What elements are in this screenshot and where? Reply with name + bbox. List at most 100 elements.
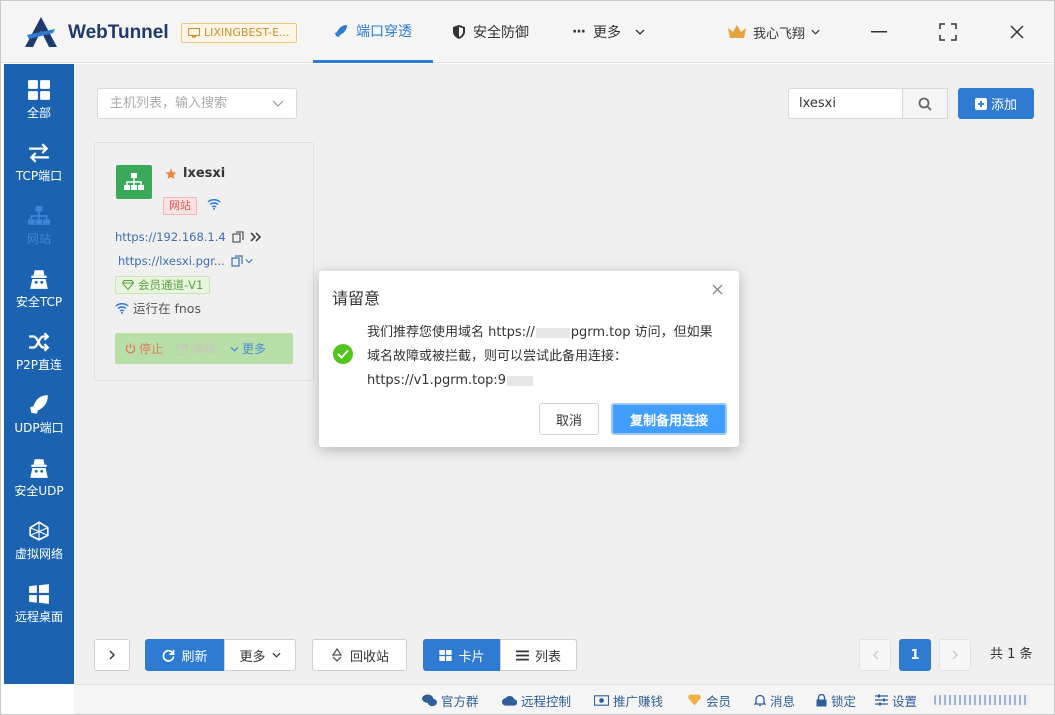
sitemap-icon — [28, 205, 50, 225]
search-button[interactable] — [902, 88, 948, 119]
copy-backup-link-button[interactable]: 复制备用连接 — [611, 403, 727, 435]
total-count: 共 1 条 — [990, 647, 1033, 662]
app-title: WebTunnel — [68, 22, 169, 43]
swap-icon — [29, 142, 49, 163]
chevron-down-icon — [230, 346, 239, 352]
sidebar-item-remote-desktop[interactable]: 远程桌面 — [4, 574, 74, 634]
tab-security[interactable]: 安全防御 — [453, 1, 529, 63]
footer-redacted-text — [934, 695, 1029, 705]
search-icon — [918, 97, 932, 111]
device-name: LIXINGBEST-E... — [204, 26, 290, 39]
sidebar-item-website[interactable]: 网站 — [4, 196, 74, 256]
shuffle-icon — [29, 331, 50, 352]
minimize-button[interactable] — [866, 19, 892, 45]
close-icon — [712, 284, 722, 294]
sidebar-item-virtual-network[interactable]: 虚拟网络 — [4, 511, 74, 571]
plus-square-icon — [974, 97, 987, 110]
view-card-button[interactable]: 卡片 — [423, 639, 501, 671]
user-menu[interactable]: 我心飞翔 — [727, 1, 820, 63]
lock-icon — [816, 693, 827, 706]
success-check-icon — [333, 344, 353, 364]
prev-page-button[interactable] — [859, 639, 891, 671]
wifi-icon — [207, 199, 221, 210]
secure-icon — [30, 458, 48, 478]
app-window: WebTunnel LIXINGBEST-E... 端口穿透 安全防御 ··· … — [0, 0, 1055, 715]
edit-icon — [177, 342, 189, 355]
sidebar-item-udp[interactable]: UDP端口 — [4, 385, 74, 445]
footer-promote[interactable]: 推广赚钱 — [594, 685, 663, 715]
tunnel-card[interactable]: lxesxi 网站 https://192.168.1.4 https://lx… — [94, 142, 314, 381]
title-bar: WebTunnel LIXINGBEST-E... 端口穿透 安全防御 ··· … — [1, 1, 1054, 63]
redacted-mask — [535, 327, 570, 338]
grid-icon — [439, 649, 453, 661]
chevron-down-icon — [271, 652, 281, 658]
sidebar: 全部 TCP端口 网站 安全TCP P2P直连 UDP端口 安全UDP 虚拟网络… — [4, 64, 74, 684]
close-icon — [1010, 25, 1024, 39]
double-chevron-right-icon[interactable] — [250, 232, 262, 242]
host-list-select[interactable]: 主机列表，输入搜索 — [97, 88, 297, 119]
remote-url-link[interactable]: https://lxesxi.pgr... — [118, 254, 225, 268]
card-type-icon — [116, 165, 152, 199]
secure-icon — [30, 269, 48, 289]
view-list-button[interactable]: 列表 — [500, 639, 577, 671]
more-dropdown-button[interactable]: 更多 — [224, 639, 296, 671]
copy-icon[interactable] — [231, 255, 243, 267]
expand-button[interactable] — [94, 639, 130, 671]
chevron-down-icon — [635, 29, 645, 35]
sidebar-item-p2p[interactable]: P2P直连 — [4, 322, 74, 382]
footer-official-group[interactable]: 官方群 — [422, 685, 479, 715]
dialog-cancel-button[interactable]: 取消 — [539, 403, 599, 435]
page-number-current[interactable]: 1 — [899, 639, 931, 671]
close-button[interactable] — [1004, 19, 1030, 45]
device-badge[interactable]: LIXINGBEST-E... — [181, 23, 297, 43]
sidebar-item-tcp[interactable]: TCP端口 — [4, 133, 74, 193]
wifi-icon — [115, 302, 129, 314]
chevron-down-icon — [811, 29, 820, 35]
footer-settings[interactable]: 设置 — [875, 685, 917, 715]
next-page-button[interactable] — [939, 639, 971, 671]
footer-membership[interactable]: 会员 — [687, 685, 731, 715]
recycle-icon — [331, 648, 343, 662]
sidebar-item-secure-udp[interactable]: 安全UDP — [4, 448, 74, 508]
dialog-message-line-3: https://v1.pgrm.top:9 — [367, 369, 729, 393]
add-button[interactable]: 添加 — [958, 88, 1034, 119]
refresh-button[interactable]: 刷新 — [145, 639, 225, 671]
tab-more[interactable]: ··· 更多 — [572, 1, 645, 63]
check-icon — [337, 349, 349, 359]
sidebar-item-secure-tcp[interactable]: 安全TCP — [4, 259, 74, 319]
type-tag: 网站 — [163, 197, 197, 215]
stop-button[interactable]: 停止 — [125, 340, 163, 357]
rocket-icon — [335, 24, 347, 37]
star-icon[interactable] — [165, 168, 177, 180]
dialog-title: 请留意 — [332, 289, 381, 308]
local-url-link[interactable]: https://192.168.1.4 — [115, 230, 226, 244]
chevron-down-icon — [272, 100, 284, 107]
maximize-button[interactable] — [935, 19, 961, 45]
dots-icon: ··· — [572, 24, 586, 40]
rocket-icon — [30, 394, 48, 414]
bottom-toolbar: 刷新 更多 回收站 卡片 列表 1 共 1 条 — [74, 639, 1054, 673]
footer-remote-control[interactable]: 远程控制 — [502, 685, 571, 715]
recycle-bin-button[interactable]: 回收站 — [312, 639, 407, 671]
footer-messages[interactable]: 消息 — [754, 685, 795, 715]
list-icon — [516, 649, 529, 661]
minimize-icon — [871, 31, 887, 33]
fullscreen-icon — [939, 23, 957, 41]
money-icon — [594, 694, 609, 706]
sidebar-item-all[interactable]: 全部 — [4, 70, 74, 130]
redacted-mask — [507, 375, 534, 386]
chevron-down-icon[interactable] — [245, 258, 253, 264]
edit-button[interactable]: 编辑 — [177, 340, 216, 357]
chat-icon — [422, 693, 437, 706]
monitor-icon — [188, 28, 200, 38]
copy-icon[interactable] — [232, 231, 244, 243]
remote-url-row: https://lxesxi.pgr... — [118, 254, 253, 268]
dialog-message-line-2: 域名故障或被拦截，则可以尝试此备用连接： — [367, 349, 628, 364]
local-url-row: https://192.168.1.4 — [115, 230, 262, 244]
footer-lock[interactable]: 锁定 — [816, 685, 856, 715]
dialog-close-button[interactable] — [709, 281, 725, 297]
user-name: 我心飞翔 — [753, 26, 806, 42]
crown-icon — [728, 25, 746, 38]
card-more-button[interactable]: 更多 — [230, 340, 266, 357]
tab-port-forward[interactable]: 端口穿透 — [313, 1, 433, 63]
